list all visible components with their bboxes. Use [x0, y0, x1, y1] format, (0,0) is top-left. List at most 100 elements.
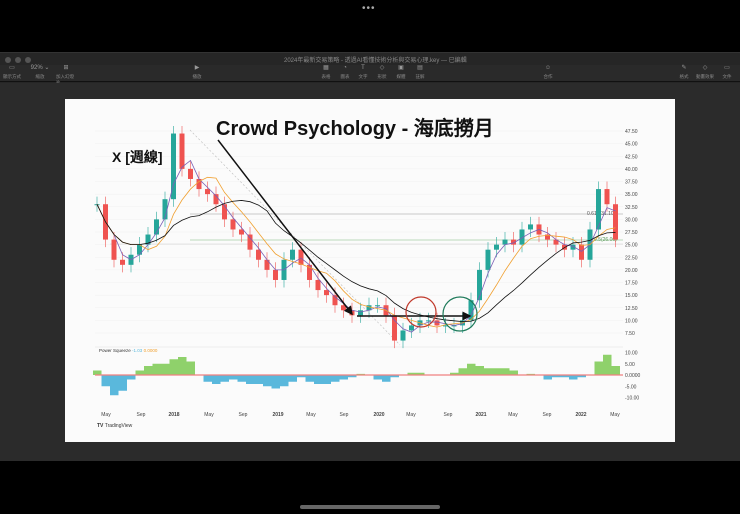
y-tick-label: 37.50 — [625, 180, 638, 186]
candle — [485, 249, 491, 270]
squeeze-bar — [263, 375, 272, 387]
x-tick-label: 2019 — [272, 412, 283, 418]
candle — [375, 305, 380, 307]
candle — [579, 244, 584, 260]
y-tick-label: 15.00 — [625, 293, 638, 299]
candle — [434, 320, 440, 326]
candle — [120, 259, 125, 265]
candle — [247, 234, 253, 250]
x-tick-label: Sep — [340, 412, 349, 418]
candle — [426, 320, 431, 322]
squeeze-bar — [254, 375, 263, 384]
y-tick-label: 20.00 — [625, 268, 638, 274]
x-tick-label: May — [508, 412, 518, 418]
candle — [409, 325, 414, 331]
candle — [613, 204, 618, 240]
candle — [111, 239, 117, 260]
squeeze-bar — [382, 375, 391, 382]
slide-subtitle: X [週線] — [112, 149, 163, 165]
diagonal-arrow — [217, 139, 353, 316]
y-tick-label: 35.00 — [625, 192, 638, 198]
squeeze-bar — [135, 370, 144, 375]
y-tick-label: 42.50 — [625, 154, 638, 160]
candle — [179, 133, 185, 169]
squeeze-bar — [611, 366, 620, 375]
squeeze-tick-label: -5.00 — [625, 384, 637, 390]
squeeze-bar — [543, 375, 552, 380]
x-tick-label: 2020 — [373, 412, 384, 418]
squeeze-bar — [203, 375, 212, 382]
squeeze-bar — [229, 375, 238, 380]
candle — [188, 168, 193, 179]
squeeze-tick-label: 10.00 — [625, 351, 638, 357]
price-chart: 47.50 45.00 42.50 40.00 37.50 35.00 32.50 30.00… — [93, 125, 641, 418]
y-tick-label: 40.00 — [625, 167, 638, 173]
squeeze-tick-label: 5.00 — [625, 362, 635, 368]
squeeze-bar — [246, 375, 255, 384]
candle — [494, 244, 499, 250]
candle — [205, 189, 210, 195]
candle — [298, 249, 304, 265]
squeeze-bar — [288, 375, 297, 382]
y-tick-label: 45.00 — [625, 142, 638, 148]
squeeze-bar — [509, 370, 518, 375]
y-tick-label: 12.50 — [625, 306, 638, 312]
y-tick-label: 30.00 — [625, 217, 638, 223]
x-tick-label: May — [610, 412, 620, 418]
candle — [528, 224, 533, 230]
x-tick-label: May — [406, 412, 416, 418]
candle — [604, 189, 610, 205]
x-tick-label: Sep — [137, 412, 146, 418]
x-tick-label: May — [306, 412, 316, 418]
candle — [273, 269, 278, 280]
y-tick-label: 47.50 — [625, 129, 638, 135]
squeeze-bar — [212, 375, 221, 384]
moving-average-3 — [96, 200, 616, 323]
candle — [502, 239, 508, 245]
trend-line — [189, 129, 401, 346]
y-tick-label: 27.50 — [625, 230, 638, 236]
squeeze-bar — [152, 363, 161, 375]
squeeze-bar — [467, 363, 476, 375]
x-tick-label: 2018 — [168, 412, 179, 418]
y-tick-label: 22.50 — [625, 255, 638, 261]
x-tick-label: May — [204, 412, 214, 418]
y-tick-label: 32.50 — [625, 205, 638, 211]
y-tick-label: 7.50 — [625, 331, 635, 337]
x-tick-label: May — [101, 412, 111, 418]
tradingview-watermark: TV TradingView — [97, 423, 133, 429]
candle — [290, 249, 295, 260]
fib-label: 0.618(31.10) — [587, 211, 616, 217]
squeeze-bar — [339, 375, 348, 380]
x-tick-label: Sep — [239, 412, 248, 418]
candle — [596, 189, 601, 230]
squeeze-bar — [271, 375, 280, 389]
squeeze-bar — [569, 375, 578, 380]
candle — [256, 249, 261, 260]
squeeze-bar — [458, 368, 467, 375]
squeeze-bar — [314, 375, 323, 384]
squeeze-bar — [501, 368, 510, 375]
squeeze-tick-label: -10.00 — [625, 396, 639, 402]
squeeze-bar — [127, 375, 136, 380]
squeeze-bar — [594, 361, 603, 375]
squeeze-bar — [484, 368, 493, 375]
candle — [400, 330, 406, 341]
squeeze-bar — [475, 366, 484, 375]
squeeze-bar — [118, 375, 127, 391]
candle — [324, 290, 329, 296]
candle — [392, 315, 397, 341]
x-tick-label: 2021 — [475, 412, 486, 418]
squeeze-bar — [144, 366, 153, 375]
y-tick-label: 25.00 — [625, 243, 638, 249]
squeeze-bar — [237, 375, 246, 382]
squeeze-bar — [331, 375, 340, 382]
squeeze-bar — [305, 375, 314, 382]
x-tick-label: Sep — [543, 412, 552, 418]
squeeze-bar — [492, 368, 501, 375]
squeeze-tick-label: 0.0000 — [625, 373, 641, 379]
squeeze-bar — [186, 361, 195, 375]
squeeze-bar — [220, 375, 229, 382]
moving-average-2 — [96, 176, 616, 328]
squeeze-bar — [280, 375, 289, 387]
